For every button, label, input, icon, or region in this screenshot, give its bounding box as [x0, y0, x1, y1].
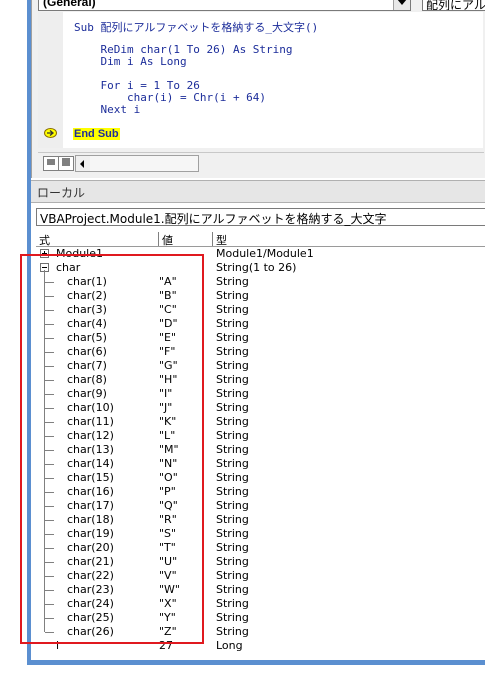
row-type: String [216, 401, 249, 414]
column-header-expression[interactable]: 式 [39, 232, 50, 247]
locals-window-titlebar: ローカル [31, 180, 485, 203]
full-module-view-button[interactable] [58, 156, 74, 171]
code-line: Sub 配列にアルファベットを格納する_大文字() [74, 21, 319, 34]
locals-context-text: VBAProject.Module1.配列にアルファベットを格納する_大文字 [40, 212, 387, 226]
row-type: String [216, 345, 249, 358]
row-type: String(1 to 26) [216, 261, 297, 274]
locals-context-field[interactable]: VBAProject.Module1.配列にアルファベットを格納する_大文字 [36, 208, 485, 226]
object-combo-value: (General) [43, 0, 96, 9]
vbe-window: (General) 配列にアルファベットを格納する_大文字() Sub 配列にア… [0, 0, 485, 680]
row-type: Long [216, 639, 243, 652]
row-type: String [216, 359, 249, 372]
row-type: String [216, 471, 249, 484]
highlight-annotation-box [20, 254, 204, 644]
row-type: String [216, 317, 249, 330]
row-type: String [216, 625, 249, 638]
row-type: String [216, 457, 249, 470]
scrollbar-track[interactable] [90, 155, 199, 172]
row-type: String [216, 583, 249, 596]
row-type: String [216, 387, 249, 400]
procedure-view-button[interactable] [43, 156, 59, 171]
horizontal-scrollbar[interactable] [38, 152, 484, 173]
row-type: String [216, 429, 249, 442]
code-editor[interactable]: Sub 配列にアルファベットを格納する_大文字() ReDim char(1 T… [63, 12, 483, 148]
current-execution-line: End Sub [73, 128, 120, 140]
row-type: Module1/Module1 [216, 247, 314, 260]
execution-arrow-icon [44, 128, 57, 138]
code-pane: (General) 配列にアルファベットを格納する_大文字() Sub 配列にア… [31, 0, 485, 178]
row-type: String [216, 527, 249, 540]
code-line: Next i [74, 103, 141, 116]
row-type: String [216, 303, 249, 316]
scroll-left-button[interactable] [75, 155, 91, 172]
locals-window-title: ローカル [37, 186, 86, 200]
row-type: String [216, 555, 249, 568]
row-type: String [216, 443, 249, 456]
row-type: String [216, 541, 249, 554]
full-module-view-icon [62, 158, 70, 166]
column-header-value[interactable]: 値 [162, 232, 173, 247]
column-header-type[interactable]: 型 [216, 232, 227, 247]
row-type: String [216, 513, 249, 526]
procedure-view-icon [47, 159, 55, 165]
row-type: String [216, 289, 249, 302]
chevron-down-icon[interactable] [393, 0, 410, 10]
object-combo[interactable]: (General) [38, 0, 411, 11]
row-type: String [216, 611, 249, 624]
row-type: String [216, 275, 249, 288]
row-type: String [216, 597, 249, 610]
code-line: Dim i As Long [74, 55, 187, 68]
row-type: String [216, 569, 249, 582]
row-type: String [216, 499, 249, 512]
window-frame-bottom [27, 660, 485, 665]
row-type: String [216, 415, 249, 428]
row-type: String [216, 485, 249, 498]
procedure-combo-value: 配列にアルファベットを格納する_大文字() [426, 0, 485, 11]
row-type: String [216, 373, 249, 386]
chevron-left-icon [80, 160, 84, 168]
procedure-combo[interactable]: 配列にアルファベットを格納する_大文字() [422, 0, 485, 11]
row-type: String [216, 331, 249, 344]
